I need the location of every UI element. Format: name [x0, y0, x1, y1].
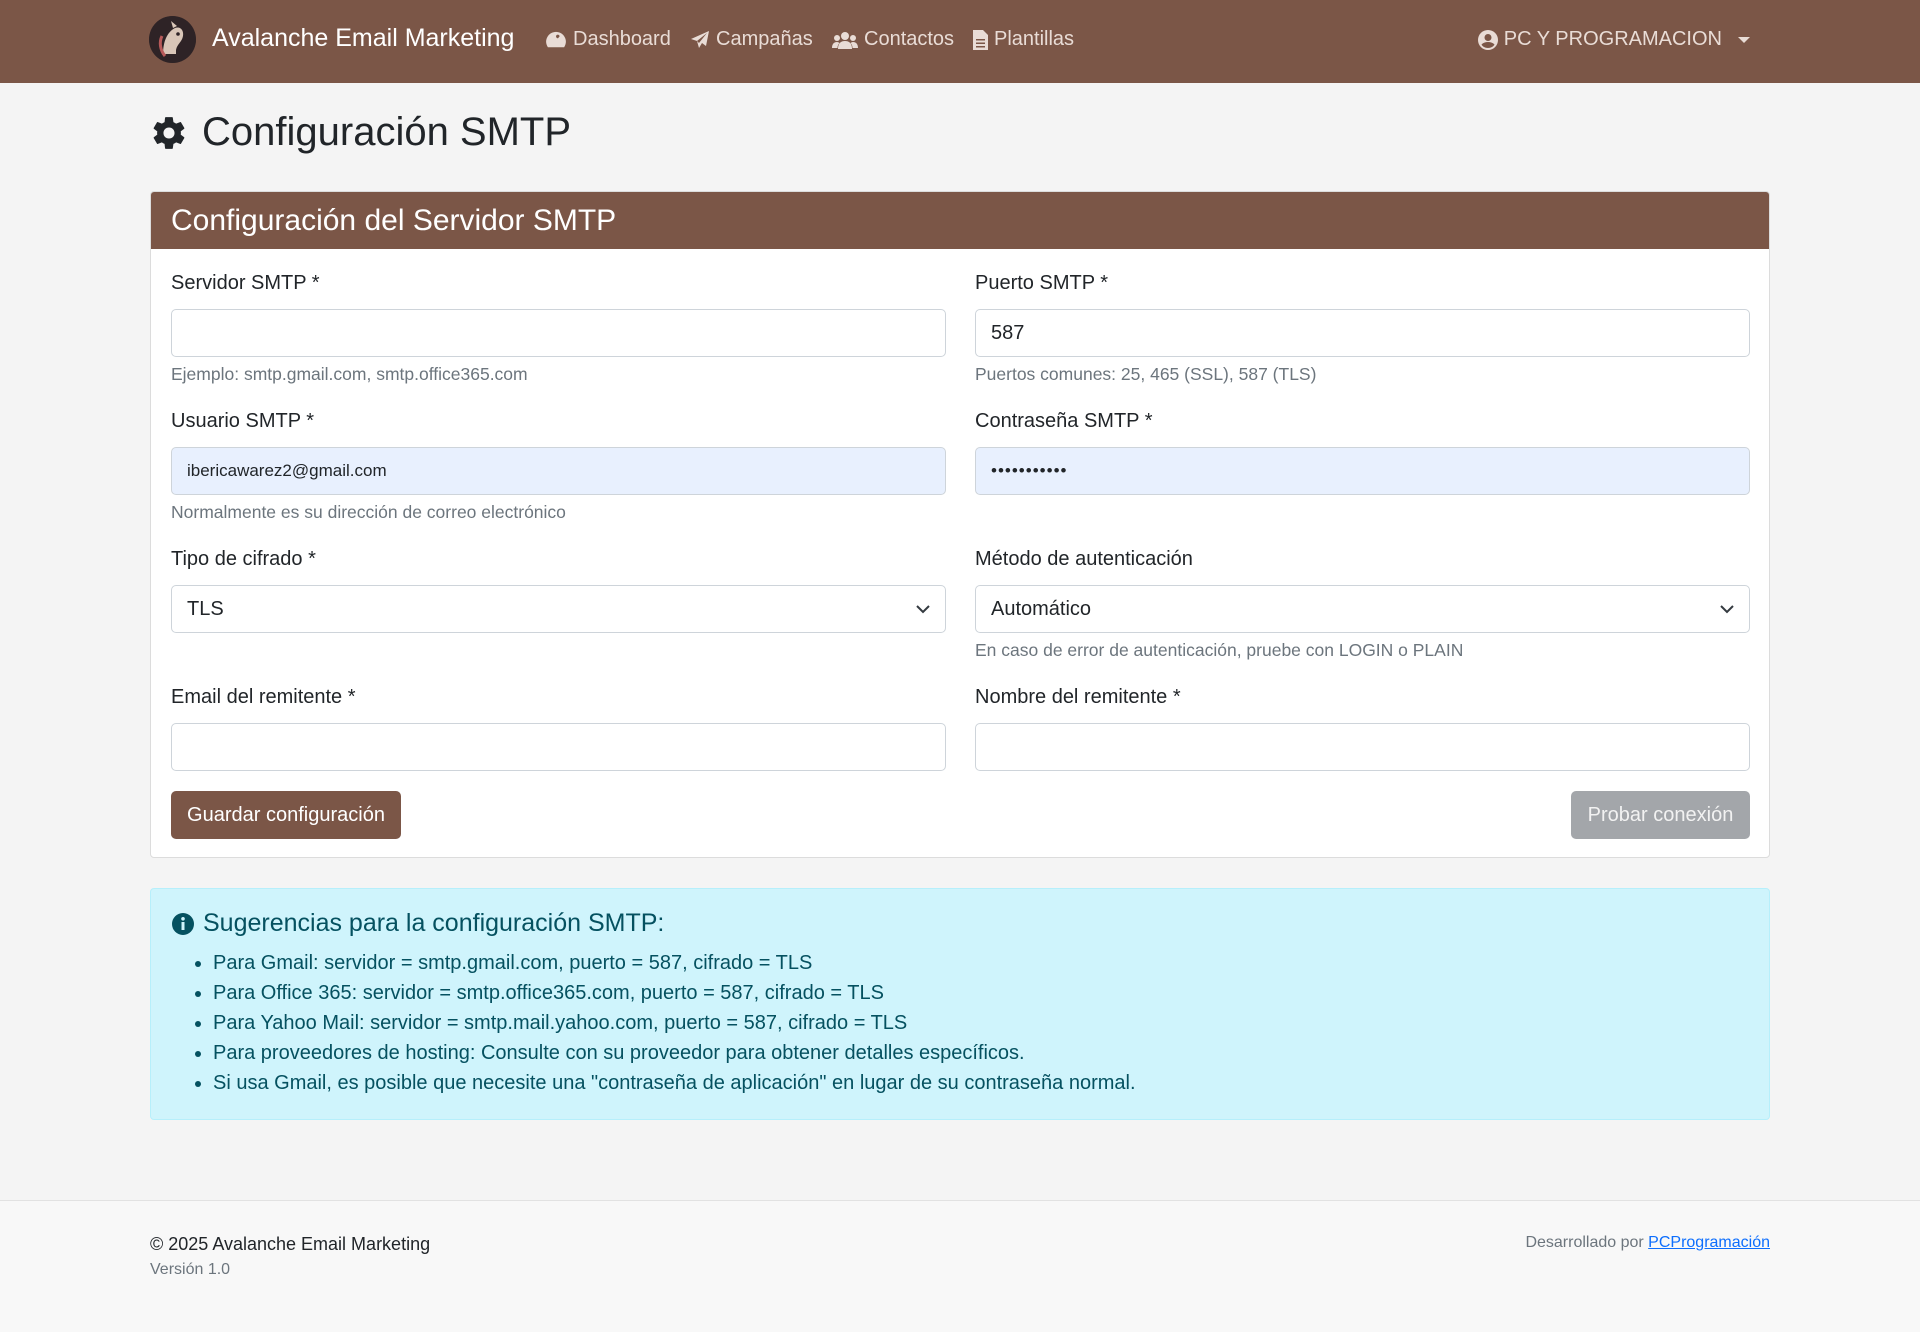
brand-name[interactable]: Avalanche Email Marketing	[212, 24, 514, 53]
brand-logo[interactable]	[149, 16, 196, 63]
password-label: Contraseña SMTP *	[975, 410, 1153, 432]
sender-email-label: Email del remitente *	[171, 686, 356, 708]
auth-selected-value: Automático	[991, 597, 1092, 620]
nav-campaigns-label: Campañas	[716, 28, 813, 50]
footer-copyright: © 2025 Avalanche Email Marketing	[150, 1234, 431, 1254]
tachometer-icon	[546, 31, 566, 47]
paper-plane-icon	[691, 30, 709, 48]
tip-item: Para Office 365: servidor = smtp.office3…	[213, 978, 1749, 1008]
user-menu-dropdown[interactable]: PC Y PROGRAMACION	[1477, 28, 1750, 51]
page-title: Configuración SMTP	[150, 110, 571, 155]
footer: © 2025 Avalanche Email Marketing Versión…	[0, 1200, 1920, 1332]
test-connection-button[interactable]: Probar conexión	[1571, 791, 1750, 839]
tips-title-text: Sugerencias para la configuración SMTP:	[203, 909, 665, 937]
info-circle-icon	[172, 912, 194, 935]
nav-templates[interactable]: Plantillas	[973, 28, 1074, 51]
user-input[interactable]: ibericawarez2@gmail.com	[171, 447, 946, 495]
tip-item: Para Gmail: servidor = smtp.gmail.com, p…	[213, 948, 1749, 978]
chevron-down-icon	[1720, 605, 1734, 614]
port-label: Puerto SMTP *	[975, 272, 1109, 294]
port-help: Puertos comunes: 25, 465 (SSL), 587 (TLS…	[975, 364, 1317, 384]
sender-email-input[interactable]	[171, 723, 946, 771]
smtp-tips-alert: Sugerencias para la configuración SMTP: …	[150, 888, 1770, 1120]
navbar: Avalanche Email Marketing Dashboard Camp…	[0, 0, 1920, 83]
sender-name-label: Nombre del remitente *	[975, 686, 1181, 708]
footer-version: Versión 1.0	[150, 1261, 231, 1278]
user-label: Usuario SMTP *	[171, 410, 315, 432]
developed-by-text: Desarrollado por	[1525, 1234, 1644, 1251]
tip-item: Si usa Gmail, es posible que necesite un…	[213, 1068, 1749, 1098]
nav-dashboard-label: Dashboard	[573, 28, 671, 50]
sender-name-input[interactable]	[975, 723, 1750, 771]
nav-contacts[interactable]: Contactos	[832, 28, 954, 51]
tip-item: Para Yahoo Mail: servidor = smtp.mail.ya…	[213, 1008, 1749, 1038]
server-label: Servidor SMTP *	[171, 272, 320, 294]
footer-developer: Desarrollado por PCProgramación	[1525, 1234, 1770, 1252]
card-header: Configuración del Servidor SMTP	[151, 192, 1769, 249]
caret-down-icon	[1738, 36, 1750, 43]
encryption-label: Tipo de cifrado *	[171, 548, 316, 570]
user-help: Normalmente es su dirección de correo el…	[171, 502, 566, 522]
nav-contacts-label: Contactos	[864, 28, 955, 50]
encryption-select[interactable]: TLS	[171, 585, 946, 633]
developer-link[interactable]: PCProgramación	[1648, 1234, 1770, 1251]
nav-templates-label: Plantillas	[994, 28, 1075, 50]
users-icon	[832, 31, 858, 49]
nav-campaigns[interactable]: Campañas	[690, 28, 813, 51]
user-name: PC Y PROGRAMACION	[1503, 28, 1722, 50]
server-help: Ejemplo: smtp.gmail.com, smtp.office365.…	[171, 364, 528, 384]
server-input[interactable]	[171, 309, 946, 357]
chevron-down-icon	[916, 605, 930, 614]
user-circle-icon	[1477, 29, 1498, 50]
auth-help: En caso de error de autenticación, prueb…	[975, 640, 1464, 660]
tips-list: Para Gmail: servidor = smtp.gmail.com, p…	[171, 948, 1749, 1098]
auth-method-select[interactable]: Automático	[975, 585, 1750, 633]
gear-icon	[153, 116, 185, 149]
tips-title: Sugerencias para la configuración SMTP:	[171, 909, 1749, 938]
page-title-text: Configuración SMTP	[202, 110, 572, 154]
nav-dashboard[interactable]: Dashboard	[545, 28, 671, 51]
save-config-button[interactable]: Guardar configuración	[171, 791, 401, 839]
tip-item: Para proveedores de hosting: Consulte co…	[213, 1038, 1749, 1068]
password-input[interactable]: •••••••••••	[975, 447, 1750, 495]
encryption-selected-value: TLS	[187, 597, 224, 620]
auth-label: Método de autenticación	[975, 548, 1193, 570]
port-input[interactable]: 587	[975, 309, 1750, 357]
file-icon	[973, 29, 988, 50]
smtp-config-card: Configuración del Servidor SMTP Servidor…	[150, 191, 1770, 858]
